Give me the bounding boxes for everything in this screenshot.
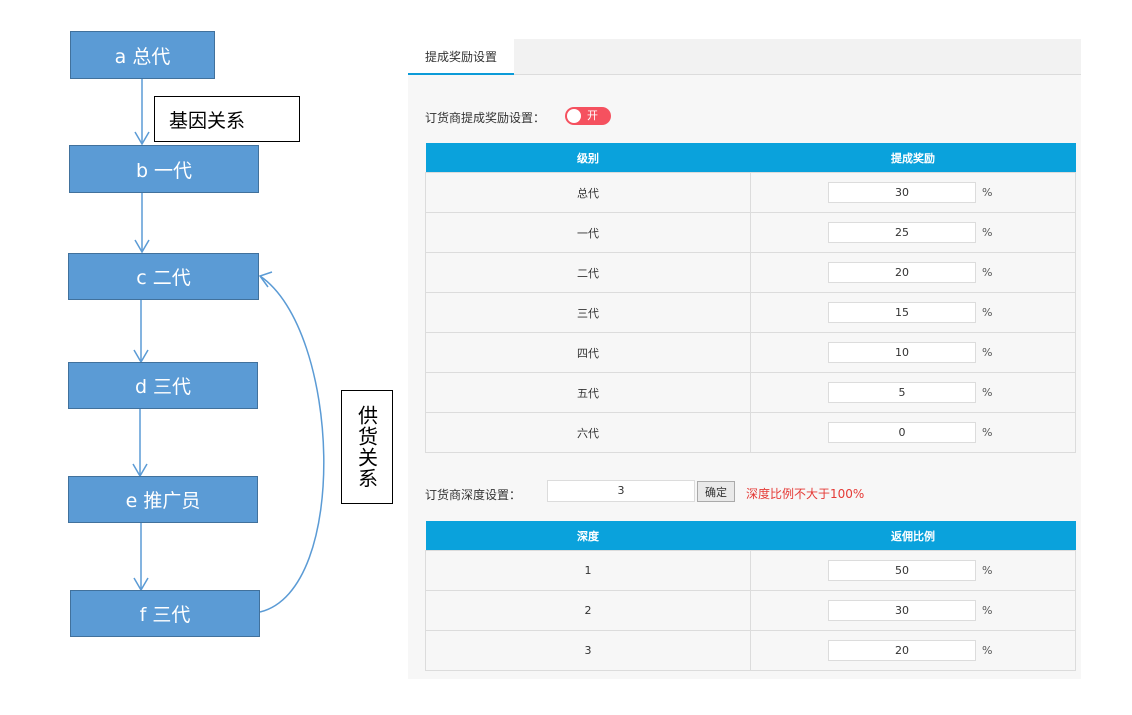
percent-unit: % bbox=[982, 266, 993, 279]
table-row: 二代 20% bbox=[425, 252, 1076, 293]
reward-cell: 25% bbox=[750, 212, 1076, 253]
rebate-cell: 20% bbox=[750, 630, 1076, 671]
confirm-button[interactable]: 确定 bbox=[697, 481, 735, 502]
percent-unit: % bbox=[982, 386, 993, 399]
node-c: c 二代 bbox=[68, 253, 259, 300]
node-b: b 一代 bbox=[69, 145, 259, 193]
rebate-cell: 50% bbox=[750, 550, 1076, 591]
reward-cell: 15% bbox=[750, 292, 1076, 333]
toggle-knob bbox=[567, 109, 581, 123]
percent-unit: % bbox=[982, 426, 993, 439]
node-e: e 推广员 bbox=[68, 476, 258, 523]
table-row: 1 50% bbox=[425, 550, 1076, 591]
level-cell: 四代 bbox=[425, 332, 751, 373]
reward-cell: 10% bbox=[750, 332, 1076, 373]
tab-reward-settings[interactable]: 提成奖励设置 bbox=[408, 39, 514, 75]
percent-unit: % bbox=[982, 306, 993, 319]
table-row: 总代 30% bbox=[425, 172, 1076, 213]
reward-input[interactable]: 15 bbox=[828, 302, 976, 323]
reward-cell: 0% bbox=[750, 412, 1076, 453]
header-depth: 深度 bbox=[425, 521, 751, 551]
depth-cell: 1 bbox=[425, 550, 751, 591]
reward-input[interactable]: 0 bbox=[828, 422, 976, 443]
gene-relation-label: 基因关系 bbox=[154, 96, 300, 142]
settings-panel: 提成奖励设置 订货商提成奖励设置： 开 级别 提成奖励 总代 30% 一代 25… bbox=[408, 39, 1081, 679]
level-cell: 六代 bbox=[425, 412, 751, 453]
reward-input[interactable]: 5 bbox=[828, 382, 976, 403]
percent-unit: % bbox=[982, 186, 993, 199]
rebate-cell: 30% bbox=[750, 590, 1076, 631]
table-row: 五代 5% bbox=[425, 372, 1076, 413]
percent-unit: % bbox=[982, 644, 993, 657]
table-row: 六代 0% bbox=[425, 412, 1076, 453]
tab-bar: 提成奖励设置 bbox=[408, 39, 1081, 75]
header-reward: 提成奖励 bbox=[750, 143, 1076, 173]
level-cell: 一代 bbox=[425, 212, 751, 253]
percent-unit: % bbox=[982, 346, 993, 359]
depth-table: 深度 返佣比例 1 50% 2 30% 3 20% bbox=[425, 521, 1076, 671]
header-level: 级别 bbox=[425, 143, 751, 173]
node-a: a 总代 bbox=[70, 31, 215, 79]
reward-cell: 20% bbox=[750, 252, 1076, 293]
reward-input[interactable]: 25 bbox=[828, 222, 976, 243]
toggle-text: 开 bbox=[587, 109, 598, 122]
depth-cell: 3 bbox=[425, 630, 751, 671]
table-row: 三代 15% bbox=[425, 292, 1076, 333]
table-row: 四代 10% bbox=[425, 332, 1076, 373]
table-row: 一代 25% bbox=[425, 212, 1076, 253]
table-row: 3 20% bbox=[425, 630, 1076, 671]
level-cell: 二代 bbox=[425, 252, 751, 293]
level-cell: 三代 bbox=[425, 292, 751, 333]
depth-input[interactable]: 3 bbox=[547, 480, 695, 502]
percent-unit: % bbox=[982, 564, 993, 577]
table-row: 2 30% bbox=[425, 590, 1076, 631]
level-cell: 总代 bbox=[425, 172, 751, 213]
reward-cell: 5% bbox=[750, 372, 1076, 413]
rebate-input[interactable]: 50 bbox=[828, 560, 976, 581]
depth-setting-label: 订货商深度设置： bbox=[425, 488, 522, 502]
node-d: d 三代 bbox=[68, 362, 258, 409]
reward-input[interactable]: 20 bbox=[828, 262, 976, 283]
level-cell: 五代 bbox=[425, 372, 751, 413]
percent-unit: % bbox=[982, 604, 993, 617]
rebate-input[interactable]: 30 bbox=[828, 600, 976, 621]
header-rebate: 返佣比例 bbox=[750, 521, 1076, 551]
rebate-input[interactable]: 20 bbox=[828, 640, 976, 661]
reward-cell: 30% bbox=[750, 172, 1076, 213]
depth-warning: 深度比例不大于100% bbox=[746, 487, 865, 501]
reward-table: 级别 提成奖励 总代 30% 一代 25% 二代 20% 三代 15% 四代 1… bbox=[425, 143, 1076, 453]
supply-relation-label: 供货关系 bbox=[341, 390, 393, 504]
reward-toggle[interactable]: 开 bbox=[565, 107, 611, 125]
percent-unit: % bbox=[982, 226, 993, 239]
reward-setting-label: 订货商提成奖励设置： bbox=[425, 111, 546, 125]
reward-input[interactable]: 10 bbox=[828, 342, 976, 363]
depth-cell: 2 bbox=[425, 590, 751, 631]
reward-input[interactable]: 30 bbox=[828, 182, 976, 203]
node-f: f 三代 bbox=[70, 590, 260, 637]
